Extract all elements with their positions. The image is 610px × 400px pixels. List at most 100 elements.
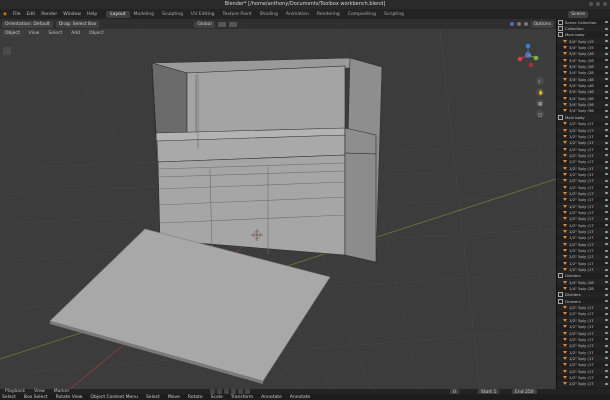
menu-help[interactable]: Help	[84, 12, 100, 17]
minimize-button[interactable]	[589, 2, 593, 6]
visibility-eye-icon[interactable]	[605, 90, 608, 93]
visibility-eye-icon[interactable]	[605, 376, 608, 379]
svg-text:◱: ◱	[538, 113, 542, 118]
visibility-eye-icon[interactable]	[605, 78, 608, 81]
maximize-button[interactable]	[596, 2, 600, 6]
visibility-eye-icon[interactable]	[605, 97, 608, 100]
tab-rendering[interactable]: Rendering	[313, 11, 344, 18]
visibility-eye-icon[interactable]	[605, 230, 608, 233]
visibility-eye-icon[interactable]	[605, 71, 608, 74]
visibility-eye-icon[interactable]	[605, 103, 608, 106]
proportional-edit-icon[interactable]	[228, 21, 237, 27]
visibility-eye-icon[interactable]	[605, 160, 608, 163]
visibility-eye-icon[interactable]	[605, 236, 608, 239]
visibility-eye-icon[interactable]	[605, 344, 608, 347]
visibility-eye-icon[interactable]	[605, 59, 608, 62]
blender-logo-icon[interactable]: ◉	[0, 12, 10, 17]
visibility-eye-icon[interactable]	[605, 167, 608, 170]
visibility-eye-icon[interactable]	[605, 116, 608, 119]
visibility-eye-icon[interactable]	[605, 40, 608, 43]
visibility-eye-icon[interactable]	[605, 312, 608, 315]
visibility-eye-icon[interactable]	[605, 173, 608, 176]
tab-shading[interactable]: Shading	[256, 11, 282, 18]
visibility-eye-icon[interactable]	[605, 243, 608, 246]
scene-selector[interactable]: Scene	[568, 10, 588, 18]
visibility-eye-icon[interactable]	[605, 351, 608, 354]
visibility-eye-icon[interactable]	[605, 274, 608, 277]
visibility-eye-icon[interactable]	[605, 205, 608, 208]
menu-render[interactable]: Render	[38, 12, 60, 17]
viewport-shading-render-icon[interactable]	[523, 22, 528, 26]
mode-dropdown[interactable]: Object	[2, 30, 23, 37]
tab-modeling[interactable]: Modeling	[130, 11, 158, 18]
visibility-eye-icon[interactable]	[605, 224, 608, 227]
visibility-eye-icon[interactable]	[605, 21, 608, 24]
visibility-eye-icon[interactable]	[605, 217, 608, 220]
visibility-eye-icon[interactable]	[605, 46, 608, 49]
visibility-eye-icon[interactable]	[605, 33, 608, 36]
menu-window[interactable]: Window	[60, 12, 84, 17]
visibility-eye-icon[interactable]	[605, 332, 608, 335]
menu-object[interactable]: Object	[86, 31, 107, 36]
snap-icon[interactable]	[217, 21, 226, 27]
visibility-eye-icon[interactable]	[605, 122, 608, 125]
visibility-eye-icon[interactable]	[605, 293, 608, 296]
visibility-eye-icon[interactable]	[605, 135, 608, 138]
tab-uv-editing[interactable]: UV Editing	[187, 11, 218, 18]
visibility-eye-icon[interactable]	[605, 319, 608, 322]
viewport-shading-material-icon[interactable]	[516, 22, 521, 26]
visibility-eye-icon[interactable]	[605, 357, 608, 360]
visibility-eye-icon[interactable]	[605, 109, 608, 112]
status-hint: Scale	[210, 394, 223, 400]
visibility-eye-icon[interactable]	[605, 268, 608, 271]
visibility-eye-icon[interactable]	[605, 65, 608, 68]
visibility-eye-icon[interactable]	[605, 306, 608, 309]
outliner-item-label: 1/2" 5ply (17	[569, 165, 594, 171]
tab-compositing[interactable]: Compositing	[344, 11, 380, 18]
menu-view[interactable]: View	[26, 31, 43, 36]
visibility-eye-icon[interactable]	[605, 179, 608, 182]
options-dropdown[interactable]: Options	[530, 20, 554, 28]
visibility-eye-icon[interactable]	[605, 148, 608, 151]
outliner-panel[interactable]: Scene Collection Collection Main body 3/4" …	[556, 19, 610, 389]
visibility-eye-icon[interactable]	[605, 198, 608, 201]
visibility-eye-icon[interactable]	[605, 287, 608, 290]
outliner-item-label: Dividers	[565, 273, 581, 279]
tab-animation[interactable]: Animation	[282, 11, 313, 18]
tab-layout[interactable]: Layout	[106, 10, 130, 18]
visibility-eye-icon[interactable]	[605, 186, 608, 189]
visibility-eye-icon[interactable]	[605, 249, 608, 252]
visibility-eye-icon[interactable]	[605, 84, 608, 87]
outliner-object-row[interactable]: 1/2" 5ply (17	[557, 380, 610, 387]
tab-scripting[interactable]: Scripting	[380, 11, 408, 18]
visibility-eye-icon[interactable]	[605, 154, 608, 157]
visibility-eye-icon[interactable]	[605, 141, 608, 144]
visibility-eye-icon[interactable]	[605, 129, 608, 132]
visibility-eye-icon[interactable]	[605, 363, 608, 366]
menu-file[interactable]: File	[10, 12, 24, 17]
outliner-item-label: 1/2" 5ply (17	[569, 317, 594, 323]
close-button[interactable]	[603, 2, 607, 6]
tab-texture-paint[interactable]: Texture Paint	[219, 11, 256, 18]
visibility-eye-icon[interactable]	[605, 192, 608, 195]
viewport-shading-solid-icon[interactable]	[509, 22, 514, 26]
visibility-eye-icon[interactable]	[605, 300, 608, 303]
visibility-eye-icon[interactable]	[605, 325, 608, 328]
tab-sculpting[interactable]: Sculpting	[158, 11, 187, 18]
visibility-eye-icon[interactable]	[605, 370, 608, 373]
visibility-eye-icon[interactable]	[605, 27, 608, 30]
menu-select[interactable]: Select	[45, 31, 65, 36]
visibility-eye-icon[interactable]	[605, 338, 608, 341]
visibility-eye-icon[interactable]	[605, 255, 608, 258]
visibility-eye-icon[interactable]	[605, 52, 608, 55]
visibility-eye-icon[interactable]	[605, 382, 608, 385]
drag-dropdown[interactable]: Drag: Select Box	[55, 20, 100, 28]
viewport-3d[interactable]: ⌕ ✋ ▦ ◱	[0, 29, 556, 389]
transform-orientation-dropdown[interactable]: Global	[194, 20, 215, 28]
menu-add[interactable]: Add	[68, 31, 83, 36]
orientation-dropdown[interactable]: Orientation: Default	[2, 20, 53, 28]
visibility-eye-icon[interactable]	[605, 211, 608, 214]
menu-edit[interactable]: Edit	[23, 12, 38, 17]
visibility-eye-icon[interactable]	[605, 262, 608, 265]
visibility-eye-icon[interactable]	[605, 281, 608, 284]
